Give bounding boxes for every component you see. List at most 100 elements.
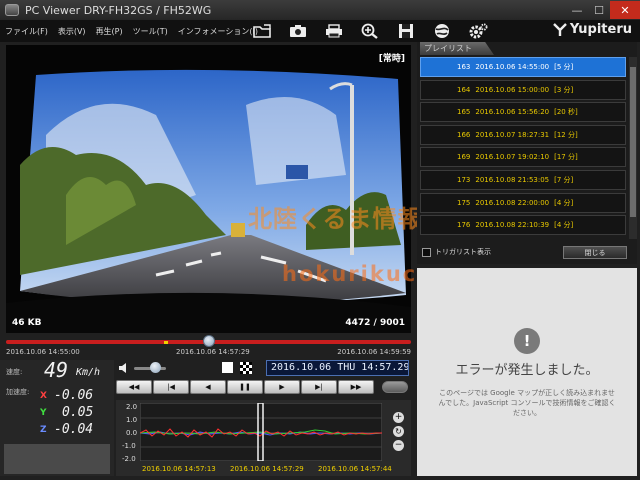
item-datetime: 2016.10.08 22:10:39 (475, 221, 550, 230)
checkbox-box[interactable] (422, 247, 431, 257)
trigger-list-label: トリガリスト表示 (435, 248, 491, 256)
item-duration: [20 秒] (554, 108, 578, 117)
close-button[interactable]: ✕ (610, 1, 640, 19)
item-number: 173 (457, 175, 471, 184)
item-number: 175 (457, 198, 471, 207)
transport-buttons: ◀◀ |◀ ◀ ❚❚ ▶ ▶| ▶▶ (116, 380, 374, 394)
playlist-item[interactable]: 164 2016.10.06 15:00:00 [3 分] (420, 79, 626, 100)
step-back-icon[interactable]: ◀ (190, 380, 226, 394)
graph-plot[interactable] (140, 403, 382, 461)
brand-name: Yupiteru (569, 22, 632, 37)
playlist-item[interactable]: 176 2016.10.08 22:10:39 [4 分] (420, 215, 626, 236)
error-icon: ! (514, 328, 540, 354)
screen-mode-icon[interactable] (222, 362, 233, 373)
pc-viewer-window: PC Viewer DRY-FH32GS / FH52WG — ☐ ✕ ファイル… (0, 0, 640, 480)
maximize-button[interactable]: ☐ (588, 1, 610, 19)
app-icon (5, 4, 19, 16)
trigger-list-checkbox[interactable]: トリガリスト表示 (422, 247, 491, 257)
rewind-icon[interactable]: ◀◀ (116, 380, 152, 394)
print-icon[interactable] (316, 20, 352, 42)
item-duration: [17 分] (554, 153, 578, 162)
menu-file[interactable]: ファイル(F) (0, 26, 53, 37)
playlist-item[interactable]: 163 2016.10.06 14:55:00 [5 分] (420, 57, 626, 77)
graph-zoom-out-button[interactable]: − (393, 440, 404, 451)
item-datetime: 2016.10.06 15:56:20 (475, 108, 550, 117)
accel-y-tag: Y (40, 408, 47, 418)
item-datetime: 2016.10.06 15:00:00 (475, 85, 550, 94)
playlist-item[interactable]: 166 2016.10.07 18:27:31 [12 分] (420, 124, 626, 145)
close-playlist-button[interactable]: 閉じる (563, 246, 627, 259)
step-forward-icon[interactable]: ▶| (301, 380, 337, 394)
pause-icon[interactable]: ❚❚ (227, 380, 263, 394)
volume-knob[interactable] (150, 362, 161, 373)
menu-playback[interactable]: 再生(P) (91, 26, 128, 37)
timeline-slider[interactable]: 2016.10.06 14:55:00 2016.10.06 14:57:29 … (6, 335, 411, 358)
graph-y-tick: 1.0 (126, 416, 138, 424)
map-error-message: このページでは Google マップが正しく読み込まれませんでした。JavaSc… (438, 389, 616, 417)
playlist-list: 163 2016.10.06 14:55:00 [5 分] 164 2016.10.0… (420, 57, 626, 239)
scrollbar-thumb[interactable] (630, 67, 636, 217)
timeline-start-time: 2016.10.06 14:55:00 (6, 348, 80, 356)
item-duration: [4 分] (554, 198, 574, 207)
item-datetime: 2016.10.07 19:02:10 (475, 153, 550, 162)
settings-icon[interactable] (460, 20, 496, 42)
map-panel: ! エラーが発生しました。 このページでは Google マップが正しく読み込ま… (417, 268, 637, 476)
frame-counter: 4472 / 9001 (345, 318, 405, 328)
zoom-icon[interactable] (352, 20, 388, 42)
playlist-item[interactable]: 165 2016.10.06 15:56:20 [20 秒] (420, 102, 626, 123)
graph-zoom-in-button[interactable]: + (393, 412, 404, 423)
item-duration: [3 分] (554, 85, 574, 94)
map-error-title: エラーが発生しました。 (455, 363, 599, 378)
minimize-button[interactable]: — (566, 1, 588, 19)
accel-y-value: 0.05 (62, 405, 94, 420)
graph-y-tick: -1.0 (122, 442, 136, 450)
graph-reset-button[interactable]: ↻ (393, 426, 404, 437)
item-datetime: 2016.10.08 22:00:00 (475, 198, 550, 207)
playback-controls: 2016.10.06 THU 14:57.29 ◀◀ |◀ ◀ ❚❚ ▶ ▶| … (116, 360, 411, 398)
playlist-item[interactable]: 175 2016.10.08 22:00:00 [4 分] (420, 192, 626, 213)
play-icon[interactable]: ▶ (264, 380, 300, 394)
accel-z-value: -0.04 (54, 422, 94, 437)
playlist-item[interactable]: 169 2016.10.07 19:02:10 [17 分] (420, 147, 626, 168)
item-number: 166 (457, 130, 471, 139)
volume-icon[interactable] (118, 362, 130, 374)
graph-y-tick: 0.0 (126, 429, 138, 437)
playlist-scrollbar[interactable] (629, 57, 637, 239)
item-duration: [7 分] (554, 175, 574, 184)
toolbar (244, 20, 496, 42)
graph-x-label: 2016.10.06 14:57:44 (318, 465, 392, 473)
item-datetime: 2016.10.06 14:55:00 (475, 63, 550, 71)
item-number: 163 (457, 63, 471, 71)
file-size-label: 46 KB (12, 318, 42, 328)
item-duration: [5 分] (554, 63, 574, 71)
save-icon[interactable] (388, 20, 424, 42)
accel-label: 加速度: (6, 388, 30, 396)
menu-view[interactable]: 表示(V) (53, 26, 91, 37)
graph-y-tick: -2.0 (122, 455, 136, 463)
timeline-marker (164, 341, 168, 344)
skip-start-icon[interactable]: |◀ (153, 380, 189, 394)
accel-z-tag: Z (40, 425, 47, 435)
camera-icon[interactable] (280, 20, 316, 42)
checkered-flag-icon[interactable] (240, 362, 252, 374)
title-bar: PC Viewer DRY-FH32GS / FH52WG — ☐ ✕ (0, 0, 640, 20)
acceleration-graph: 2.0 1.0 0.0 -1.0 -2.0 + ↻ − 2016.10.06 1… (116, 400, 411, 476)
menu-tools[interactable]: ツール(T) (128, 26, 173, 37)
video-player[interactable]: [常時] 46 KB 4472 / 9001 (6, 45, 411, 333)
globe-icon[interactable] (424, 20, 460, 42)
item-datetime: 2016.10.07 18:27:31 (475, 130, 550, 139)
item-duration: [4 分] (554, 221, 574, 230)
tab-playlist[interactable]: プレイリスト (420, 42, 494, 55)
item-datetime: 2016.10.08 21:53:05 (475, 175, 550, 184)
graph-y-tick: 2.0 (126, 403, 138, 411)
toggle-switch[interactable] (382, 381, 408, 393)
timeline-knob[interactable] (202, 335, 215, 347)
graph-x-label: 2016.10.06 14:57:29 (230, 465, 304, 473)
playlist-item[interactable]: 173 2016.10.08 21:53:05 [7 分] (420, 169, 626, 190)
open-folder-icon[interactable] (244, 20, 280, 42)
fast-forward-icon[interactable]: ▶▶ (338, 380, 374, 394)
brand-logo: Yupiteru (552, 22, 632, 37)
playlist-panel: プレイリスト 163 2016.10.06 14:55:00 [5 分] 164 20… (417, 42, 637, 264)
item-number: 169 (457, 153, 471, 162)
item-number: 165 (457, 108, 471, 117)
